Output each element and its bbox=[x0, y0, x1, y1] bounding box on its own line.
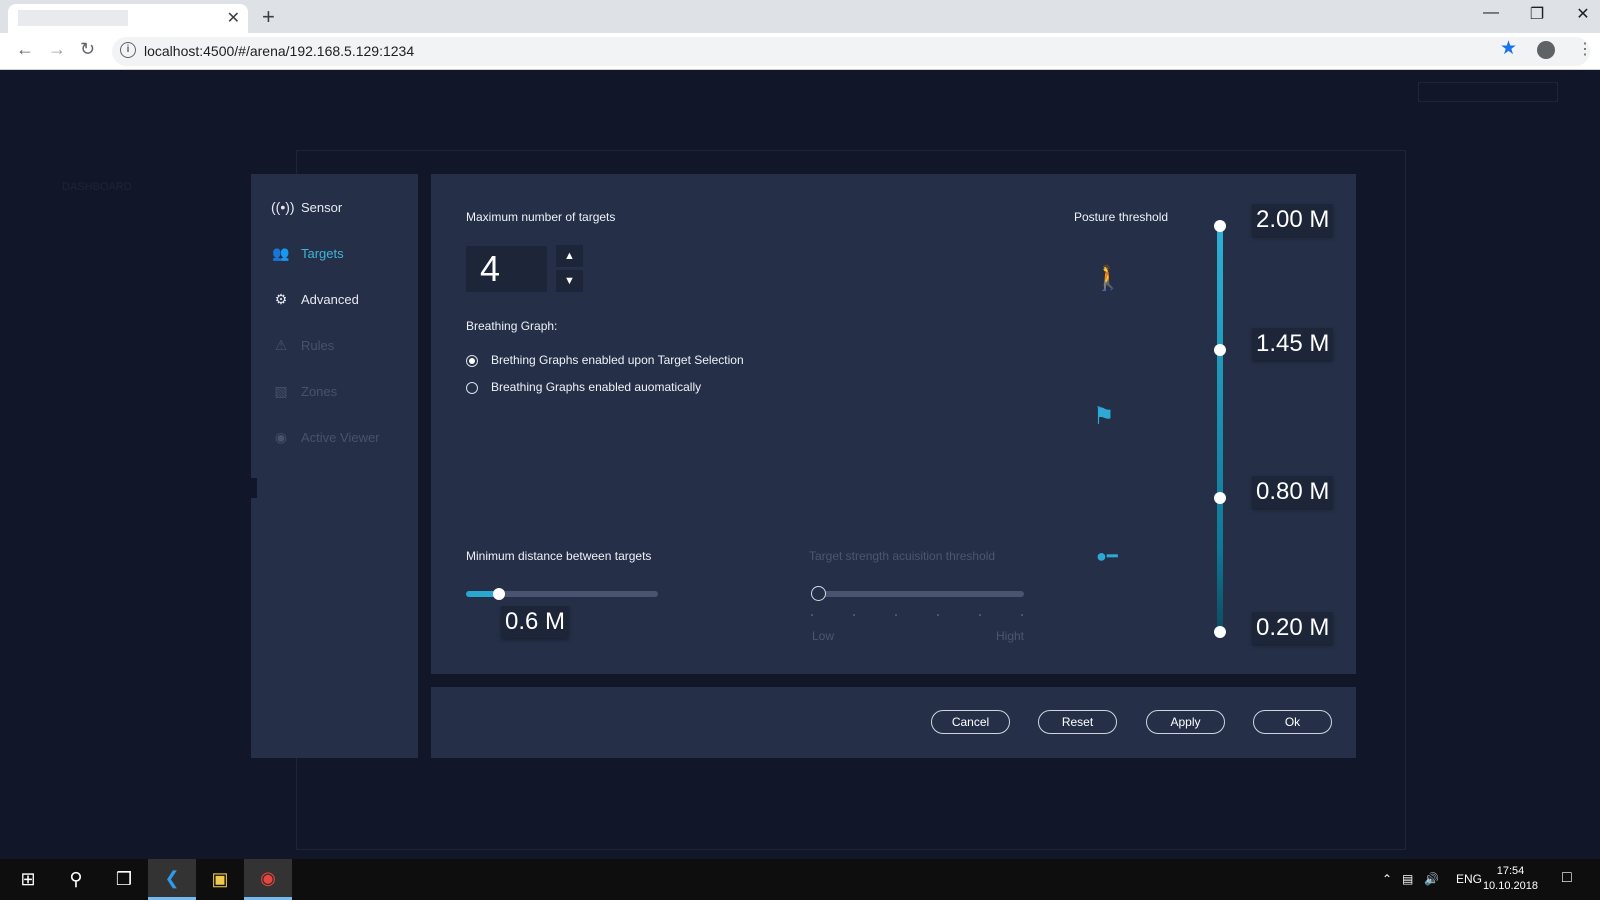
taskbar-clock[interactable]: 17:54 10.10.2018 bbox=[1483, 864, 1538, 894]
posture-value-0-20: 0.20 M bbox=[1252, 612, 1334, 644]
sidebar-item-label: Sensor bbox=[301, 199, 343, 215]
strength-slider-handle bbox=[811, 586, 826, 601]
sidebar-item-label: Active Viewer bbox=[301, 429, 380, 445]
back-icon[interactable]: ← bbox=[16, 39, 34, 60]
strength-tick bbox=[811, 614, 813, 616]
clock-time: 17:54 bbox=[1496, 865, 1525, 877]
strength-slider-track bbox=[811, 591, 1024, 597]
info-icon[interactable]: i bbox=[120, 42, 136, 58]
posture-value-1-45: 1.45 M bbox=[1252, 328, 1334, 360]
gear-icon: ⚙ bbox=[274, 290, 288, 307]
breathing-option-selection-label[interactable]: Brething Graphs enabled upon Target Sele… bbox=[491, 353, 744, 367]
posture-handle-0-20[interactable] bbox=[1214, 626, 1226, 638]
profile-icon[interactable] bbox=[1537, 41, 1555, 59]
tab-title bbox=[18, 10, 128, 26]
posture-slider-track[interactable] bbox=[1217, 226, 1223, 631]
new-tab-button[interactable]: + bbox=[262, 4, 275, 30]
windows-taskbar: ⊞ ⚲ ❒ ❮ ▣ ◉ ⌃ ▤ 🔊 ENG 17:54 10.10.2018 □ bbox=[0, 859, 1600, 900]
sidebar-item-label: Rules bbox=[301, 337, 335, 353]
sensor-icon: ((•)) bbox=[271, 199, 295, 215]
warning-icon: ⚠ bbox=[274, 336, 288, 353]
browser-toolbar: ← → ↻ i localhost:4500/#/arena/192.168.5… bbox=[0, 33, 1600, 70]
background-search bbox=[1418, 82, 1558, 102]
network-icon[interactable]: ▤ bbox=[1402, 872, 1413, 886]
posture-threshold-label: Posture threshold bbox=[1074, 210, 1169, 224]
lying-person-icon: ●━ bbox=[1096, 546, 1118, 566]
posture-handle-1-45[interactable] bbox=[1214, 344, 1226, 356]
sidebar-item-advanced[interactable]: ⚙ Advanced bbox=[271, 289, 359, 309]
bookmark-star-icon[interactable]: ★ bbox=[1500, 37, 1517, 60]
apply-button[interactable]: Apply bbox=[1146, 710, 1225, 734]
max-targets-input[interactable]: 4 bbox=[466, 246, 547, 292]
breathing-option-auto-label[interactable]: Breathing Graphs enabled auomatically bbox=[491, 380, 701, 394]
browser-tab[interactable]: ✕ bbox=[8, 4, 248, 33]
clock-date: 10.10.2018 bbox=[1482, 880, 1538, 892]
forward-icon[interactable]: → bbox=[48, 39, 66, 60]
posture-value-0-80: 0.80 M bbox=[1252, 476, 1334, 508]
language-indicator[interactable]: ENG bbox=[1456, 872, 1482, 886]
posture-handle-0-80[interactable] bbox=[1214, 492, 1226, 504]
restore-icon[interactable]: ❐ bbox=[1514, 4, 1560, 24]
close-window-icon[interactable]: ✕ bbox=[1560, 4, 1600, 24]
windows-start-icon[interactable]: ⊞ bbox=[4, 859, 52, 900]
sidebar-item-active-viewer: ◉ Active Viewer bbox=[271, 427, 380, 447]
zones-icon: ▧ bbox=[274, 382, 288, 399]
address-bar[interactable]: i localhost:4500/#/arena/192.168.5.129:1… bbox=[112, 37, 1590, 66]
min-distance-label: Minimum distance between targets bbox=[466, 549, 652, 563]
search-icon[interactable]: ⚲ bbox=[52, 859, 100, 900]
strength-tick bbox=[937, 614, 939, 616]
targets-panel: Maximum number of targets 4 ▲ ▼ Breathin… bbox=[431, 174, 1356, 674]
viewer-icon: ◉ bbox=[274, 428, 288, 445]
vscode-icon[interactable]: ❮ bbox=[148, 859, 196, 900]
notifications-icon[interactable]: □ bbox=[1562, 869, 1572, 887]
tab-close-icon[interactable]: ✕ bbox=[227, 8, 240, 28]
dashboard-ghost-label: DASHBOARD bbox=[62, 181, 132, 193]
sidebar-item-targets[interactable]: 👥 Targets bbox=[271, 243, 344, 263]
address-url[interactable]: localhost:4500/#/arena/192.168.5.129:123… bbox=[144, 43, 414, 59]
sidebar-item-label: Advanced bbox=[301, 291, 359, 307]
breathing-option-selection-radio[interactable] bbox=[466, 355, 478, 367]
targets-icon: 👥 bbox=[272, 244, 290, 261]
sidebar-item-zones: ▧ Zones bbox=[271, 381, 337, 401]
sidebar-item-label: Zones bbox=[301, 383, 338, 399]
cancel-button[interactable]: Cancel bbox=[931, 710, 1010, 734]
sidebar-item-rules: ⚠ Rules bbox=[271, 335, 335, 355]
reload-icon[interactable]: ↻ bbox=[80, 39, 95, 60]
strength-tick bbox=[853, 614, 855, 616]
file-explorer-icon[interactable]: ▣ bbox=[196, 859, 244, 900]
reset-button[interactable]: Reset bbox=[1038, 710, 1117, 734]
breathing-option-auto-radio[interactable] bbox=[466, 382, 478, 394]
min-distance-value: 0.6 M bbox=[501, 606, 570, 638]
menu-kebab-icon[interactable]: ⋮ bbox=[1577, 39, 1593, 59]
strength-low-label: Low bbox=[812, 629, 835, 643]
decrement-button[interactable]: ▼ bbox=[556, 270, 583, 292]
strength-tick bbox=[895, 614, 897, 616]
sidebar-item-label: Targets bbox=[301, 245, 344, 261]
task-view-icon[interactable]: ❒ bbox=[100, 859, 148, 900]
strength-tick bbox=[1021, 614, 1023, 616]
strength-threshold-label: Target strength acuisition threshold bbox=[809, 549, 996, 563]
volume-icon[interactable]: 🔊 bbox=[1424, 872, 1439, 886]
increment-button[interactable]: ▲ bbox=[556, 245, 583, 267]
ok-button[interactable]: Ok bbox=[1253, 710, 1332, 734]
max-targets-label: Maximum number of targets bbox=[466, 210, 616, 224]
breathing-graph-label: Breathing Graph: bbox=[466, 319, 558, 333]
posture-handle-2-00[interactable] bbox=[1214, 220, 1226, 232]
sidebar-notch bbox=[251, 478, 257, 498]
sidebar-item-sensor[interactable]: ((•)) Sensor bbox=[271, 197, 342, 217]
standing-person-icon: 🚶 bbox=[1093, 265, 1123, 292]
chrome-icon[interactable]: ◉ bbox=[244, 859, 292, 900]
tray-chevron-icon[interactable]: ⌃ bbox=[1382, 872, 1392, 886]
min-distance-slider-handle[interactable] bbox=[492, 588, 505, 600]
sitting-person-icon: ⚑ bbox=[1093, 403, 1115, 430]
strength-tick bbox=[979, 614, 981, 616]
settings-sidebar: ((•)) Sensor 👥 Targets ⚙ Advanced ⚠ Rule… bbox=[251, 174, 418, 758]
strength-high-label: Hight bbox=[996, 629, 1025, 643]
dialog-footer: Cancel Reset Apply Ok bbox=[431, 687, 1356, 758]
posture-value-2-00: 2.00 M bbox=[1252, 204, 1334, 236]
minimize-icon[interactable]: — bbox=[1468, 4, 1514, 22]
browser-tabstrip: ✕ + — ❐ ✕ bbox=[0, 0, 1600, 33]
